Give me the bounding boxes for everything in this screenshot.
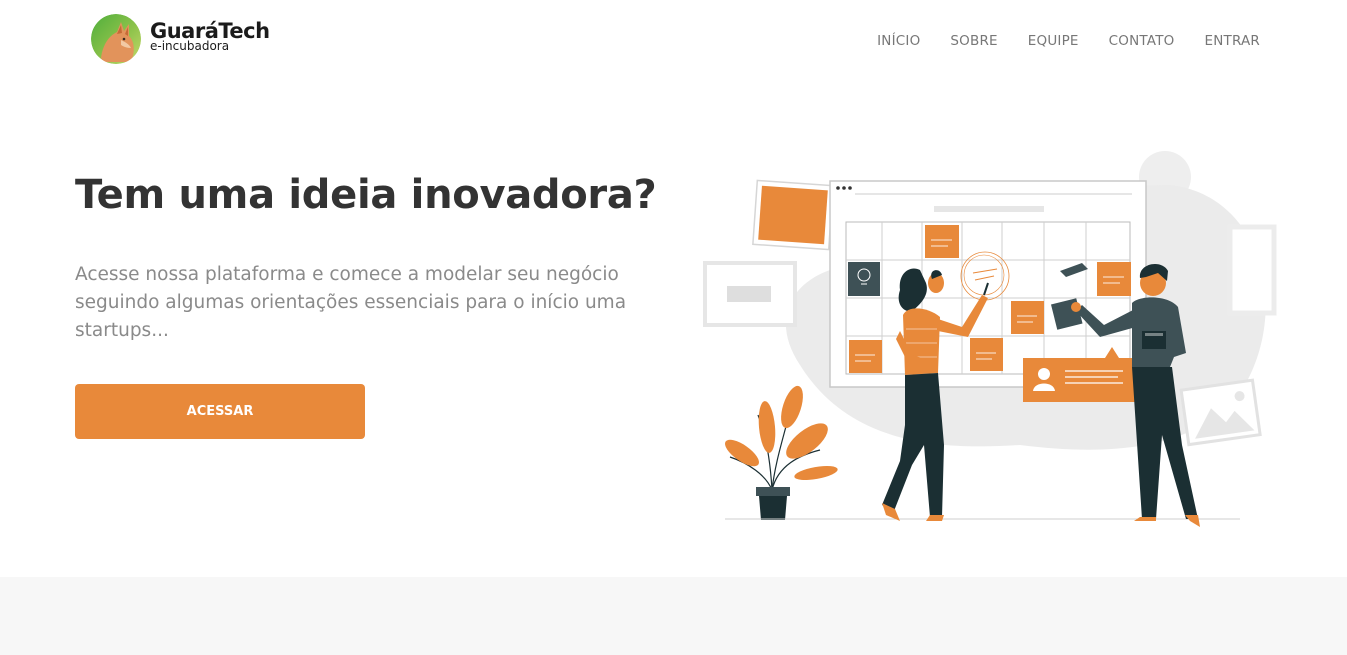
main-nav: INÍCIO SOBRE EQUIPE CONTATO ENTRAR bbox=[847, 33, 1260, 49]
brand-wordmark: GuaráTech e-incubadora bbox=[150, 20, 270, 52]
nav-link-entrar[interactable]: ENTRAR bbox=[1204, 33, 1260, 49]
hero-title: Tem uma ideia inovadora? bbox=[75, 172, 657, 218]
nav-link-equipe[interactable]: EQUIPE bbox=[1028, 33, 1079, 49]
nav-link-contato[interactable]: CONTATO bbox=[1109, 33, 1175, 49]
planning-board-illustration bbox=[700, 145, 1280, 540]
hero-description: Acesse nossa plataforma e comece a model… bbox=[75, 264, 627, 341]
nav-link-inicio[interactable]: INÍCIO bbox=[877, 33, 920, 49]
access-button[interactable]: ACESSAR bbox=[75, 384, 365, 439]
guara-wolf-icon bbox=[91, 14, 141, 64]
next-section-band bbox=[0, 577, 1347, 655]
site-header: GuaráTech e-incubadora INÍCIO SOBRE EQUI… bbox=[0, 0, 1347, 80]
nav-link-sobre[interactable]: SOBRE bbox=[950, 33, 997, 49]
brand-logo[interactable]: GuaráTech e-incubadora bbox=[91, 14, 270, 64]
